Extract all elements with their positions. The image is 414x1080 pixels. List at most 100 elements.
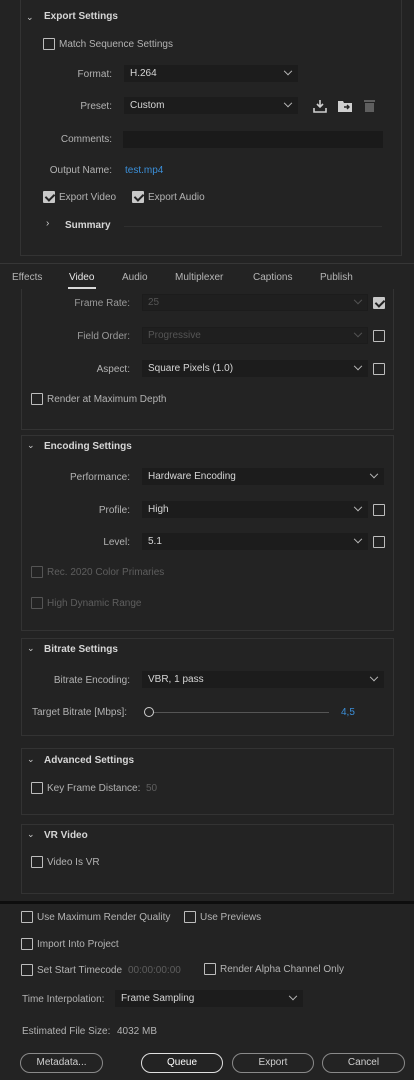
time-interpolation-value: Frame Sampling xyxy=(121,993,195,1004)
comments-label: Comments: xyxy=(60,134,112,145)
frame-rate-label: Frame Rate: xyxy=(74,298,130,309)
level-match-checkbox[interactable] xyxy=(373,536,385,548)
save-preset-icon[interactable] xyxy=(337,99,354,113)
output-name-link[interactable]: test.mp4 xyxy=(125,165,163,176)
export-audio-label: Export Audio xyxy=(148,192,205,203)
aspect-match-checkbox[interactable] xyxy=(373,363,385,375)
chevron-down-icon xyxy=(283,66,293,76)
chevron-down-icon[interactable]: ⌄ xyxy=(27,829,37,839)
use-previews-checkbox[interactable] xyxy=(184,911,196,923)
bitrate-encoding-dropdown[interactable]: VBR, 1 pass xyxy=(142,671,384,688)
target-bitrate-label: Target Bitrate [Mbps]: xyxy=(32,707,128,718)
summary-divider xyxy=(124,226,382,227)
queue-button[interactable]: Queue xyxy=(141,1053,223,1073)
preset-value: Custom xyxy=(130,100,165,111)
performance-label: Performance: xyxy=(69,472,130,483)
bitrate-encoding-label: Bitrate Encoding: xyxy=(53,675,130,686)
tab-publish[interactable]: Publish xyxy=(320,272,353,283)
vr-video-title: VR Video xyxy=(44,830,88,841)
comments-input[interactable] xyxy=(123,131,383,148)
render-max-depth-label: Render at Maximum Depth xyxy=(47,394,167,405)
chevron-down-icon[interactable]: ⌄ xyxy=(27,440,37,450)
import-project-label: Import Into Project xyxy=(37,939,119,950)
field-order-dropdown[interactable]: Progressive xyxy=(142,327,368,344)
field-order-label: Field Order: xyxy=(77,331,130,342)
match-sequence-label: Match Sequence Settings xyxy=(59,39,173,50)
chevron-down-icon xyxy=(369,469,379,479)
rec2020-checkbox[interactable] xyxy=(31,566,43,578)
target-bitrate-slider-track[interactable] xyxy=(152,712,329,713)
export-video-checkbox[interactable] xyxy=(43,191,55,203)
frame-rate-match-checkbox[interactable] xyxy=(373,297,385,309)
import-preset-icon[interactable] xyxy=(312,99,328,113)
field-order-match-checkbox[interactable] xyxy=(373,330,385,342)
preset-dropdown[interactable]: Custom xyxy=(124,97,298,114)
format-label: Format: xyxy=(77,69,112,80)
rec2020-label: Rec. 2020 Color Primaries xyxy=(47,567,165,578)
target-bitrate-value[interactable]: 4,5 xyxy=(341,707,355,718)
target-bitrate-slider-handle[interactable] xyxy=(144,707,154,717)
summary-toggle[interactable]: Summary xyxy=(65,220,111,231)
tab-audio[interactable]: Audio xyxy=(122,272,148,283)
key-frame-distance-label: Key Frame Distance: xyxy=(47,783,141,794)
render-alpha-label: Render Alpha Channel Only xyxy=(220,964,344,975)
chevron-down-icon[interactable]: ⌄ xyxy=(26,12,36,22)
render-max-depth-checkbox[interactable] xyxy=(31,393,43,405)
trash-icon[interactable] xyxy=(363,98,376,113)
use-previews-label: Use Previews xyxy=(200,912,262,923)
hdr-checkbox[interactable] xyxy=(31,597,43,609)
bitrate-settings-title: Bitrate Settings xyxy=(44,644,118,655)
tab-multiplexer[interactable]: Multiplexer xyxy=(175,272,223,283)
aspect-dropdown[interactable]: Square Pixels (1.0) xyxy=(142,360,368,377)
chevron-down-icon xyxy=(353,361,363,371)
estimated-file-size-value: 4032 MB xyxy=(117,1026,158,1037)
tab-captions[interactable]: Captions xyxy=(253,272,292,283)
chevron-down-icon xyxy=(283,98,293,108)
level-label: Level: xyxy=(103,537,130,548)
encoding-settings-title: Encoding Settings xyxy=(44,441,132,452)
import-project-checkbox[interactable] xyxy=(21,938,33,950)
chevron-down-icon xyxy=(369,672,379,682)
hdr-label: High Dynamic Range xyxy=(47,598,142,609)
render-alpha-checkbox[interactable] xyxy=(204,963,216,975)
chevron-down-icon xyxy=(353,502,363,512)
max-render-quality-label: Use Maximum Render Quality xyxy=(37,912,171,923)
tab-bar-divider xyxy=(0,263,414,264)
output-name-label: Output Name: xyxy=(49,165,112,176)
performance-value: Hardware Encoding xyxy=(148,471,236,482)
key-frame-distance-value[interactable]: 50 xyxy=(146,783,157,794)
performance-dropdown[interactable]: Hardware Encoding xyxy=(142,468,384,485)
aspect-label: Aspect: xyxy=(96,364,130,375)
tab-effects[interactable]: Effects xyxy=(12,272,42,283)
level-value: 5.1 xyxy=(148,536,162,547)
start-timecode-value[interactable]: 00:00:00:00 xyxy=(128,965,181,976)
set-start-timecode-label: Set Start Timecode xyxy=(37,965,123,976)
advanced-settings-title: Advanced Settings xyxy=(44,755,135,766)
match-sequence-checkbox[interactable] xyxy=(43,38,55,50)
format-dropdown[interactable]: H.264 xyxy=(124,65,298,82)
frame-rate-value: 25 xyxy=(148,297,160,308)
level-dropdown[interactable]: 5.1 xyxy=(142,533,368,550)
estimated-file-size-label: Estimated File Size: xyxy=(22,1026,111,1037)
profile-match-checkbox[interactable] xyxy=(373,504,385,516)
frame-rate-dropdown[interactable]: 25 xyxy=(142,294,368,311)
cancel-button[interactable]: Cancel xyxy=(322,1053,405,1073)
metadata-button[interactable]: Metadata... xyxy=(20,1053,103,1073)
key-frame-distance-checkbox[interactable] xyxy=(31,782,43,794)
chevron-down-icon xyxy=(288,991,298,1001)
field-order-value: Progressive xyxy=(148,330,201,341)
export-video-label: Export Video xyxy=(59,192,117,203)
chevron-down-icon[interactable]: ⌄ xyxy=(27,754,37,764)
chevron-down-icon[interactable]: ⌄ xyxy=(27,643,37,653)
set-start-timecode-checkbox[interactable] xyxy=(21,964,33,976)
chevron-right-icon[interactable]: › xyxy=(46,219,56,229)
time-interpolation-dropdown[interactable]: Frame Sampling xyxy=(115,990,303,1007)
video-is-vr-checkbox[interactable] xyxy=(31,856,43,868)
export-audio-checkbox[interactable] xyxy=(132,191,144,203)
tab-video[interactable]: Video xyxy=(69,272,94,283)
profile-dropdown[interactable]: High xyxy=(142,501,368,518)
max-render-quality-checkbox[interactable] xyxy=(21,911,33,923)
export-button[interactable]: Export xyxy=(232,1053,314,1073)
chevron-down-icon xyxy=(353,534,363,544)
aspect-value: Square Pixels (1.0) xyxy=(148,363,234,374)
